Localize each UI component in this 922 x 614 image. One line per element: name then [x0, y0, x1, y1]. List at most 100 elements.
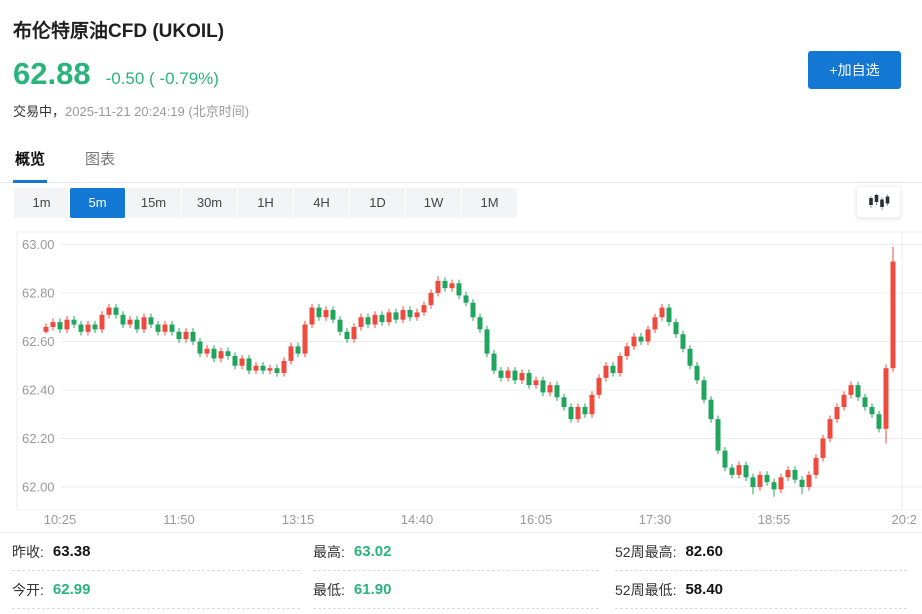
- stat-value: 63.02: [354, 543, 392, 560]
- y-tick-label: 62.60: [22, 334, 55, 349]
- candle-body: [597, 378, 602, 395]
- x-tick-label: 13:15: [282, 512, 315, 527]
- candle-body: [674, 322, 679, 334]
- y-tick-label: 62.40: [22, 383, 55, 398]
- candle-body: [709, 400, 714, 419]
- candle-body: [247, 358, 252, 370]
- candle-body: [856, 385, 861, 397]
- x-tick-label: 18:55: [758, 512, 791, 527]
- timeframe-1h[interactable]: 1H: [238, 188, 294, 218]
- candlestick-chart[interactable]: 63.0062.8062.6062.4062.2062.0010:2511:50…: [0, 228, 922, 532]
- candle-body: [142, 317, 147, 329]
- candle-body: [730, 468, 735, 475]
- candle-body: [415, 312, 420, 317]
- candle-body: [296, 346, 301, 353]
- candle-body: [65, 320, 70, 330]
- candle-body: [478, 317, 483, 329]
- candle-body: [583, 407, 588, 414]
- candle-body: [359, 317, 364, 327]
- candle-body: [527, 373, 532, 385]
- candlestick-chart-icon: [867, 192, 891, 212]
- x-tick-label: 14:40: [401, 512, 434, 527]
- x-tick-label: 16:05: [520, 512, 553, 527]
- candle-body: [282, 361, 287, 373]
- candle-body: [387, 312, 392, 322]
- stat-label: 今开:: [12, 580, 44, 600]
- price-change: -0.50 ( -0.79%): [106, 69, 219, 89]
- candle-body: [639, 337, 644, 342]
- candle-body: [870, 407, 875, 414]
- candle-body: [121, 315, 126, 325]
- candle-body: [723, 451, 728, 468]
- candle-body: [863, 397, 868, 407]
- candle-body: [233, 356, 238, 366]
- candle-body: [779, 477, 784, 489]
- stat-row: 昨收:63.38: [12, 533, 300, 571]
- candle-body: [821, 439, 826, 458]
- candle-body: [660, 308, 665, 318]
- stat-value: 82.60: [685, 543, 723, 560]
- candle-body: [695, 366, 700, 381]
- stat-label: 昨收:: [12, 542, 44, 562]
- stats-column: 52周最高:82.6052周最低:58.40: [615, 533, 907, 609]
- timeframe-1m[interactable]: 1m: [14, 188, 70, 218]
- stat-row: 最高:63.02: [313, 533, 599, 571]
- candle-body: [632, 337, 637, 347]
- candle-body: [667, 308, 672, 323]
- candle-body: [772, 482, 777, 489]
- quote-row: 62.88 -0.50 ( -0.79%): [13, 56, 219, 92]
- candle-body: [149, 317, 154, 324]
- stats-column: 最高:63.02最低:61.90: [313, 533, 599, 609]
- y-tick-label: 62.20: [22, 431, 55, 446]
- candle-body: [737, 465, 742, 475]
- tab-chart[interactable]: 图表: [83, 138, 117, 182]
- candle-body: [653, 317, 658, 329]
- candle-body: [191, 332, 196, 342]
- stat-row: 今开: 62.99: [12, 571, 300, 609]
- chart-style-button[interactable]: [856, 186, 901, 218]
- timeframe-1d[interactable]: 1D: [350, 188, 406, 218]
- add-watchlist-button[interactable]: +加自选: [808, 51, 901, 89]
- timeframe-30m[interactable]: 30m: [182, 188, 238, 218]
- candle-body: [135, 320, 140, 330]
- candle-body: [58, 322, 63, 329]
- candle-body: [611, 366, 616, 373]
- timeframe-15m[interactable]: 15m: [126, 188, 182, 218]
- x-tick-label: 10:25: [44, 512, 77, 527]
- candle-body: [408, 310, 413, 317]
- timeframe-bar: 1m5m15m30m1H4H1D1W1M: [14, 188, 517, 218]
- candle-body: [177, 332, 182, 339]
- timeframe-4h[interactable]: 4H: [294, 188, 350, 218]
- candle-body: [534, 380, 539, 385]
- candle-body: [751, 477, 756, 487]
- candle-body: [828, 419, 833, 438]
- x-tick-label: 20:2: [892, 512, 917, 527]
- candle-body: [464, 295, 469, 302]
- timeframe-5m[interactable]: 5m: [70, 188, 126, 218]
- stats-panel: 昨收:63.38 今开: 62.99 最高:63.02最低:61.9052周最高:82…: [0, 532, 922, 614]
- y-tick-label: 62.80: [22, 286, 55, 301]
- page-title: 布伦特原油CFD (UKOIL): [13, 16, 224, 43]
- candle-body: [814, 458, 819, 475]
- candle-body: [219, 351, 224, 358]
- candle-body: [716, 419, 721, 451]
- candle-body: [380, 315, 385, 322]
- candle-body: [324, 310, 329, 317]
- quote-timestamp: 2025-11-21 20:24:19 (北京时间): [65, 104, 249, 119]
- candle-body: [254, 366, 259, 371]
- candle-body: [877, 414, 882, 429]
- stat-value: 62.99: [53, 581, 91, 598]
- candle-body: [51, 322, 56, 327]
- timeframe-1m[interactable]: 1M: [462, 188, 517, 218]
- timeframe-1w[interactable]: 1W: [406, 188, 462, 218]
- candle-body: [492, 354, 497, 371]
- candle-body: [422, 305, 427, 312]
- candle-body: [793, 470, 798, 480]
- candle-body: [807, 475, 812, 487]
- candle-body: [128, 320, 133, 325]
- tab-overview[interactable]: 概览: [13, 138, 47, 183]
- candle-body: [86, 325, 91, 332]
- candle-body: [345, 332, 350, 339]
- candle-body: [541, 380, 546, 392]
- candle-body: [275, 368, 280, 373]
